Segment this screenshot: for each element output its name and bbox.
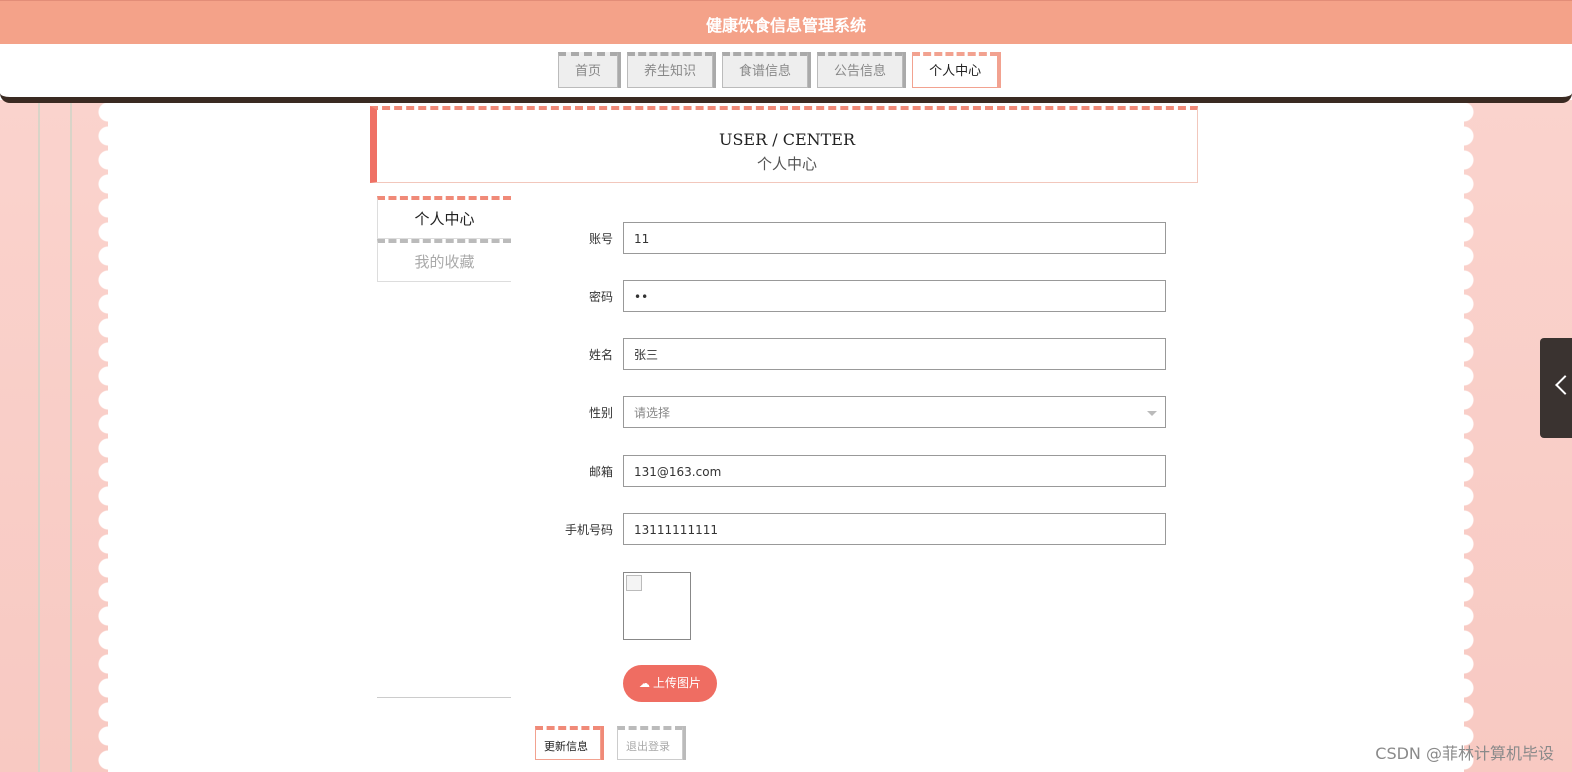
gender-select[interactable]: 请选择 — [623, 396, 1166, 428]
phone-label: 手机号码 — [564, 523, 613, 537]
nav-bar: 首页 养生知识 食谱信息 公告信息 个人中心 — [0, 44, 1572, 103]
password-label: 密码 — [588, 290, 613, 304]
section-heading-box: USER / CENTER 个人中心 — [370, 106, 1198, 183]
watermark-text: CSDN @菲林计算机毕设 — [1375, 744, 1554, 763]
form-row-account: 账号 11 — [540, 222, 1168, 256]
gender-label: 性别 — [588, 406, 613, 420]
avatar-preview — [623, 572, 691, 640]
section-title-en: USER / CENTER — [718, 130, 856, 149]
logout-button[interactable]: 退出登录 — [617, 726, 683, 760]
sidebar-item-user-center[interactable]: 个人中心 — [377, 196, 511, 239]
side-drawer-toggle[interactable] — [1540, 338, 1572, 438]
name-label: 姓名 — [588, 348, 613, 362]
account-label: 账号 — [588, 232, 613, 246]
sidebar-divider — [377, 697, 511, 698]
form-row-phone: 手机号码 13111111111 — [540, 513, 1168, 547]
account-input[interactable]: 11 — [623, 222, 1166, 254]
broken-image-icon — [626, 575, 642, 591]
left-decor-curtain — [0, 100, 108, 772]
nav-tab-home[interactable]: 首页 — [558, 52, 619, 88]
phone-input[interactable]: 13111111111 — [623, 513, 1166, 545]
form-row-password: 密码 •• — [540, 280, 1168, 314]
section-title-zh: 个人中心 — [756, 155, 817, 173]
decor-stem — [70, 100, 72, 772]
nav-tab-health-knowledge[interactable]: 养生知识 — [627, 52, 714, 88]
chevron-down-icon — [1147, 411, 1157, 416]
email-label: 邮箱 — [588, 465, 613, 479]
main-content-area — [108, 103, 1463, 772]
sidebar-menu: 个人中心 我的收藏 — [377, 196, 511, 282]
form-row-email: 邮箱 131@163.com — [540, 455, 1168, 489]
chevron-left-icon — [1555, 375, 1572, 395]
name-input[interactable]: 张三 — [623, 338, 1166, 370]
decor-stem — [38, 100, 40, 772]
nav-tab-recipes[interactable]: 食谱信息 — [722, 52, 809, 88]
email-input[interactable]: 131@163.com — [623, 455, 1166, 487]
top-header: 健康饮食信息管理系统 — [0, 0, 1572, 45]
form-row-name: 姓名 张三 — [540, 338, 1168, 372]
cloud-upload-icon: ☁ — [638, 677, 650, 690]
nav-tabs: 首页 养生知识 食谱信息 公告信息 个人中心 — [558, 52, 999, 88]
nav-tab-announcements[interactable]: 公告信息 — [817, 52, 904, 88]
upload-image-button[interactable]: ☁ 上传图片 — [623, 665, 717, 702]
update-info-button[interactable]: 更新信息 — [535, 726, 601, 760]
upload-image-label: 上传图片 — [652, 676, 701, 690]
nav-tab-user-center[interactable]: 个人中心 — [912, 52, 999, 88]
sidebar-item-favorites[interactable]: 我的收藏 — [377, 239, 511, 282]
form-row-gender: 性别 请选择 — [540, 396, 1168, 430]
site-title: 健康饮食信息管理系统 — [705, 16, 866, 35]
password-input[interactable]: •• — [623, 280, 1166, 312]
gender-select-placeholder: 请选择 — [634, 406, 671, 420]
